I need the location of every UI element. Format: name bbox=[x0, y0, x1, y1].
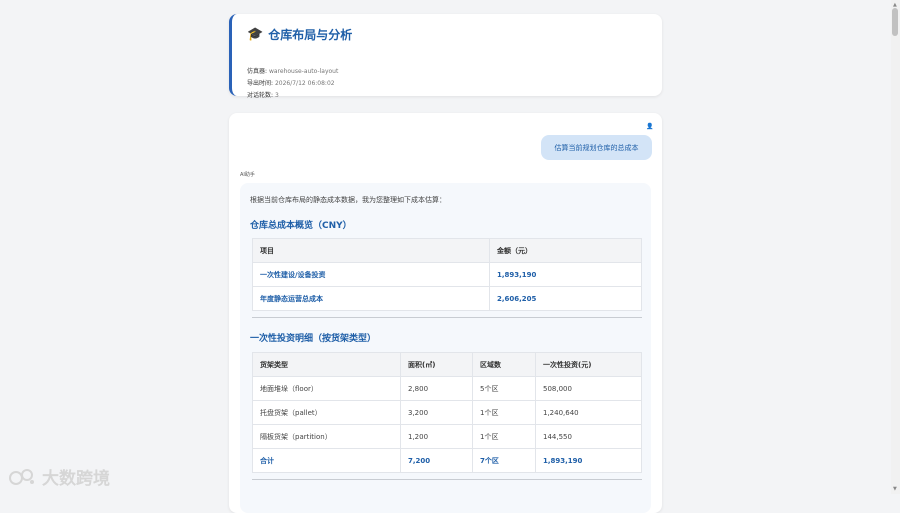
table-header-cell: 项目 bbox=[252, 238, 490, 263]
scroll-down-arrow-icon[interactable]: ▼ bbox=[893, 486, 897, 492]
meta-export-time: 导出时间: 2026/7/12 06:08:02 bbox=[247, 80, 335, 88]
meta-value: 3 bbox=[274, 92, 279, 99]
table-cell: 2,800 bbox=[400, 376, 473, 401]
meta-value: warehouse-auto-layout bbox=[268, 68, 339, 75]
table-cell: 508,000 bbox=[535, 376, 642, 401]
page-title: 仓库布局与分析 bbox=[268, 28, 353, 42]
section-title-overview: 仓库总成本概览（CNY） bbox=[250, 221, 352, 231]
table-row: 托盘货架（pallet） 3,200 1个区 1,240,640 bbox=[252, 400, 642, 425]
graduation-cap-icon: 🎓 bbox=[247, 27, 264, 42]
table-cell: 5个区 bbox=[472, 376, 536, 401]
table-header-cell: 面积(㎡) bbox=[400, 352, 473, 377]
table-cell: 托盘货架（pallet） bbox=[252, 400, 401, 425]
table-cell: 1,893,190 bbox=[489, 262, 642, 287]
ai-label: AI助手 bbox=[240, 172, 255, 178]
table-header-cell: 一次性投资(元) bbox=[535, 352, 642, 377]
table-cell: 年度静态运营总成本 bbox=[252, 286, 490, 311]
table-total-row: 合计 7,200 7个区 1,893,190 bbox=[252, 448, 642, 473]
ai-intro-text: 根据当前仓库布局的静态成本数据，我为您整理如下成本估算： bbox=[250, 196, 446, 204]
table-cell: 3,200 bbox=[400, 400, 473, 425]
watermark-text: 大数跨境 bbox=[42, 469, 110, 489]
table-header-cell: 区域数 bbox=[472, 352, 536, 377]
vertical-scrollbar[interactable]: ▲ ▼ bbox=[891, 0, 900, 494]
divider bbox=[252, 479, 642, 480]
table-header-row: 项目 金额（元） bbox=[252, 238, 642, 263]
table-row: 隔板货架（partition） 1,200 1个区 144,550 bbox=[252, 424, 642, 449]
table-row: 地面堆垛（floor） 2,800 5个区 508,000 bbox=[252, 376, 642, 401]
table-cell: 地面堆垛（floor） bbox=[252, 376, 401, 401]
user-message-bubble: 估算当前规划仓库的总成本 bbox=[541, 135, 652, 160]
section-title-investment: 一次性投资明细（按货架类型） bbox=[250, 334, 377, 344]
table-header-cell: 金额（元） bbox=[489, 238, 642, 263]
table-cell: 2,606,205 bbox=[489, 286, 642, 311]
table-header-cell: 货架类型 bbox=[252, 352, 401, 377]
user-icon: 👤 bbox=[646, 123, 654, 130]
table-cell: 7,200 bbox=[400, 448, 473, 473]
table-cell: 1个区 bbox=[472, 424, 536, 449]
table-cell: 隔板货架（partition） bbox=[252, 424, 401, 449]
table-cell: 1个区 bbox=[472, 400, 536, 425]
table-cell: 7个区 bbox=[472, 448, 536, 473]
table-cell: 144,550 bbox=[535, 424, 642, 449]
divider bbox=[252, 317, 642, 318]
watermark-logo-icon bbox=[9, 468, 34, 485]
table-cell: 合计 bbox=[252, 448, 401, 473]
meta-key: 仿真器: bbox=[247, 68, 268, 75]
meta-value: 2026/7/12 06:08:02 bbox=[274, 80, 335, 87]
table-cell: 1,893,190 bbox=[535, 448, 642, 473]
table-cell: 1,200 bbox=[400, 424, 473, 449]
watermark: 大数跨境 bbox=[8, 464, 110, 489]
table-cell: 1,240,640 bbox=[535, 400, 642, 425]
table-row: 年度静态运营总成本 2,606,205 bbox=[252, 286, 642, 311]
table-header-row: 货架类型 面积(㎡) 区域数 一次性投资(元) bbox=[252, 352, 642, 377]
meta-simulator: 仿真器: warehouse-auto-layout bbox=[247, 68, 338, 76]
cost-overview-table: 项目 金额（元） 一次性建设/设备投资 1,893,190 年度静态运营总成本 … bbox=[252, 238, 642, 311]
meta-key: 对话轮数: bbox=[247, 92, 274, 99]
header-card: 🎓 仓库布局与分析 仿真器: warehouse-auto-layout 导出时… bbox=[229, 14, 662, 99]
table-row: 一次性建设/设备投资 1,893,190 bbox=[252, 262, 642, 287]
meta-rounds: 对话轮数: 3 bbox=[247, 92, 279, 100]
ai-message-bubble: 根据当前仓库布局的静态成本数据，我为您整理如下成本估算： 仓库总成本概览（CNY… bbox=[240, 183, 651, 513]
investment-detail-table: 货架类型 面积(㎡) 区域数 一次性投资(元) 地面堆垛（floor） 2,80… bbox=[252, 352, 642, 473]
title-row: 🎓 仓库布局与分析 bbox=[247, 27, 352, 43]
meta-key: 导出时间: bbox=[247, 80, 274, 87]
chat-card: 👤 估算当前规划仓库的总成本 AI助手 根据当前仓库布局的静态成本数据，我为您整… bbox=[229, 113, 662, 513]
scrollbar-thumb[interactable] bbox=[892, 8, 898, 36]
table-cell: 一次性建设/设备投资 bbox=[252, 262, 490, 287]
